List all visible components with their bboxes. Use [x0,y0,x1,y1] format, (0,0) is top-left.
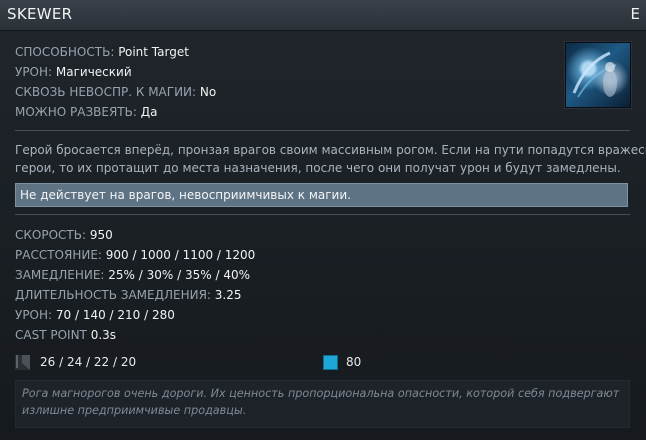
mana-icon [323,355,338,370]
stat-value: 900 / 1000 / 1100 / 1200 [105,248,256,262]
stat-label: ДЛИТЕЛЬНОСТЬ ЗАМЕДЛЕНИЯ: [15,288,211,302]
divider [15,130,630,131]
spell-immunity-notice: Не действует на врагов, невосприимчивых … [15,183,628,207]
stat-value: 950 [89,228,113,242]
stat-slow: ЗАМЕДЛЕНИЕ: 25% / 30% / 35% / 40% [15,268,250,282]
stat-label: УРОН: [15,308,53,322]
property-label: УРОН: [15,65,53,79]
stat-label: СКОРОСТЬ: [15,228,87,242]
stat-cast-point: CAST POINT 0.3s [15,328,116,342]
stat-label: ЗАМЕДЛЕНИЕ: [15,268,105,282]
stat-damage: УРОН: 70 / 140 / 210 / 280 [15,308,175,322]
property-label: МОЖНО РАЗВЕЯТЬ: [15,105,137,119]
stat-value: 70 / 140 / 210 / 280 [55,308,175,322]
cooldown-icon [15,355,30,370]
property-value: No [199,85,217,99]
property-value: Point Target [118,45,189,59]
property-pierces-immunity: СКВОЗЬ НЕВОСПР. К МАГИИ: No [15,85,216,99]
stat-label: РАССТОЯНИЕ: [15,248,102,262]
divider [15,214,630,215]
stat-label: CAST POINT [15,328,87,342]
cooldown-value: 26 / 24 / 22 / 20 [40,355,137,369]
description-line: герои, то их протащит до места назначени… [15,161,621,175]
property-label: СКВОЗЬ НЕВОСПР. К МАГИИ: [15,85,197,99]
property-value: Магический [55,65,132,79]
property-label: СПОСОБНОСТЬ: [15,45,115,59]
ability-lore: Рога магнорогов очень дороги. Их ценност… [15,380,630,428]
ability-description: Герой бросается вперёд, пронзая врагов с… [15,141,646,177]
property-behavior: СПОСОБНОСТЬ: Point Target [15,45,189,59]
ability-title: SKEWER [7,5,73,23]
stat-value: 0.3s [90,328,117,342]
tooltip-header: SKEWER E [0,0,646,31]
property-damage-type: УРОН: Магический [15,65,132,79]
description-line: Герой бросается вперёд, пронзая врагов с… [15,143,646,157]
stat-value: 3.25 [214,288,242,302]
lore-line: Рога магнорогов очень дороги. Их ценност… [22,387,620,400]
lore-line: излишне предприимчивые продавцы. [22,404,247,417]
ability-hotkey: E [630,5,640,23]
property-dispellable: МОЖНО РАЗВЕЯТЬ: Да [15,105,157,119]
ability-tooltip: SKEWER E СПОСОБНОСТЬ: Point Target УРОН:… [0,0,646,440]
notice-text: Не действует на врагов, невосприимчивых … [20,188,351,202]
mana-cost-value: 80 [346,355,362,369]
property-value: Да [140,105,158,119]
skewer-ability-icon [565,42,631,108]
stat-slow-duration: ДЛИТЕЛЬНОСТЬ ЗАМЕДЛЕНИЯ: 3.25 [15,288,242,302]
stat-speed: СКОРОСТЬ: 950 [15,228,113,242]
stat-value: 25% / 30% / 35% / 40% [108,268,250,282]
stat-distance: РАССТОЯНИЕ: 900 / 1000 / 1100 / 1200 [15,248,255,262]
